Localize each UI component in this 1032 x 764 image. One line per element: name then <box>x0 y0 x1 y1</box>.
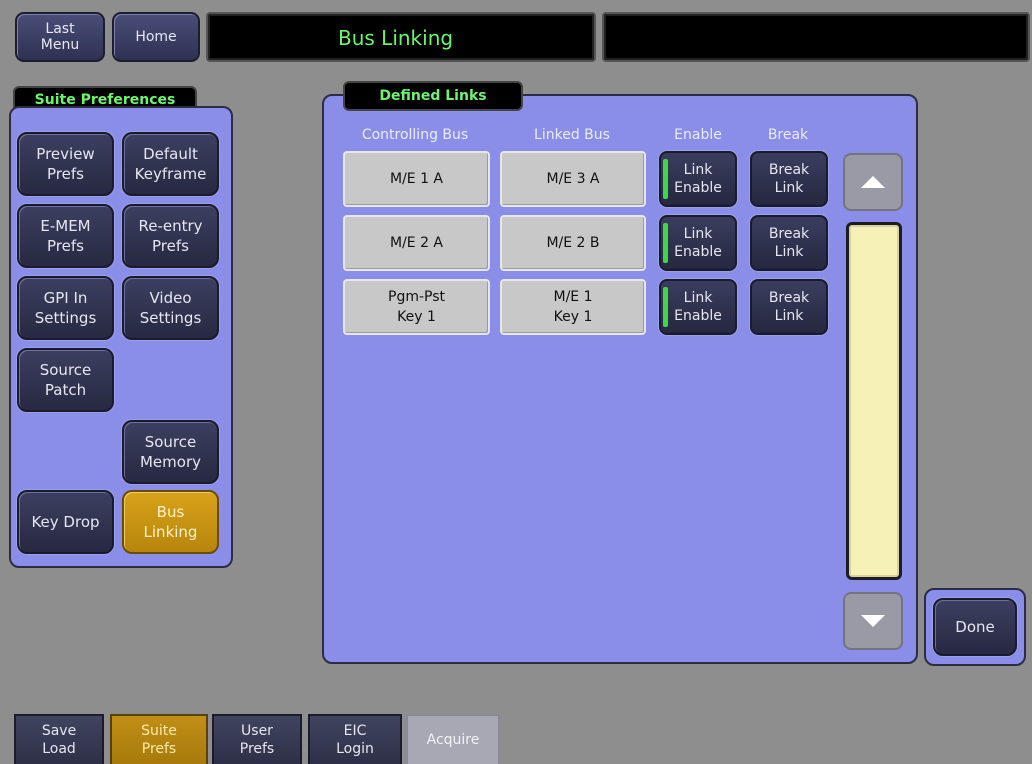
tab-acquire[interactable]: Acquire <box>406 714 500 764</box>
enabled-indicator <box>663 223 668 263</box>
scroll-up-button[interactable] <box>843 153 903 211</box>
linked-bus-cell[interactable]: M/E 3 A <box>500 151 646 207</box>
default-keyframe-button[interactable]: Default Keyframe <box>122 132 219 196</box>
link-enable-label: Link Enable <box>674 290 722 324</box>
col-header-controlling-bus: Controlling Bus <box>361 127 469 143</box>
status-box <box>602 12 1030 62</box>
linked-bus-cell[interactable]: M/E 2 B <box>500 215 646 271</box>
break-link-button[interactable]: Break Link <box>750 215 828 271</box>
controlling-bus-cell[interactable]: M/E 1 A <box>343 151 490 207</box>
tab-suite-prefs[interactable]: Suite Prefs <box>110 714 208 764</box>
home-button[interactable]: Home <box>112 12 200 62</box>
preview-prefs-button[interactable]: Preview Prefs <box>17 132 114 196</box>
done-button[interactable]: Done <box>933 598 1017 656</box>
defined-links-tab: Defined Links <box>343 81 523 111</box>
controlling-bus-cell[interactable]: Pgm-Pst Key 1 <box>343 279 490 335</box>
bus-linking-button[interactable]: Bus Linking <box>122 490 219 554</box>
key-drop-button[interactable]: Key Drop <box>17 490 114 554</box>
link-enable-button[interactable]: Link Enable <box>659 279 737 335</box>
arrow-down-icon <box>861 615 885 627</box>
linked-bus-cell[interactable]: M/E 1 Key 1 <box>500 279 646 335</box>
scroll-down-button[interactable] <box>843 592 903 650</box>
link-enable-button[interactable]: Link Enable <box>659 151 737 207</box>
break-link-button[interactable]: Break Link <box>750 279 828 335</box>
enabled-indicator <box>663 287 668 327</box>
link-enable-button[interactable]: Link Enable <box>659 215 737 271</box>
controlling-bus-cell[interactable]: M/E 2 A <box>343 215 490 271</box>
source-patch-button[interactable]: Source Patch <box>17 348 114 412</box>
col-header-enable: Enable <box>674 127 722 143</box>
break-link-button[interactable]: Break Link <box>750 151 828 207</box>
scrollbar-track[interactable] <box>846 222 902 580</box>
video-settings-button[interactable]: Video Settings <box>122 276 219 340</box>
arrow-up-icon <box>861 176 885 188</box>
source-memory-button[interactable]: Source Memory <box>122 420 219 484</box>
menu-title-box: Bus Linking <box>206 12 596 62</box>
gpi-in-settings-button[interactable]: GPI In Settings <box>17 276 114 340</box>
menu-title: Bus Linking <box>338 26 454 50</box>
tab-save-load[interactable]: Save Load <box>14 714 104 764</box>
link-enable-label: Link Enable <box>674 226 722 260</box>
reentry-prefs-button[interactable]: Re-entry Prefs <box>122 204 219 268</box>
col-header-linked-bus: Linked Bus <box>534 127 610 143</box>
tab-eic-login[interactable]: EIC Login <box>308 714 402 764</box>
col-header-break: Break <box>767 127 809 143</box>
tab-user-prefs[interactable]: User Prefs <box>212 714 302 764</box>
link-enable-label: Link Enable <box>674 162 722 196</box>
enabled-indicator <box>663 159 668 199</box>
emem-prefs-button[interactable]: E-MEM Prefs <box>17 204 114 268</box>
last-menu-button[interactable]: Last Menu <box>15 12 105 62</box>
